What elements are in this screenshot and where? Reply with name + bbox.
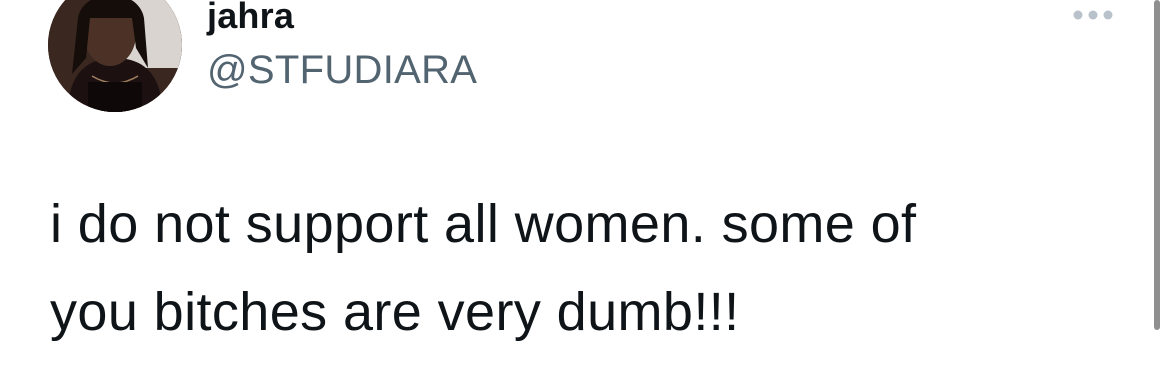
- scrollbar[interactable]: [1150, 0, 1164, 340]
- display-name[interactable]: jahra: [207, 0, 294, 38]
- more-horizontal-icon: [1073, 10, 1113, 20]
- scrollbar-thumb[interactable]: [1154, 0, 1160, 330]
- avatar-image: [48, 0, 182, 112]
- avatar[interactable]: [48, 0, 182, 112]
- user-handle[interactable]: @STFUDIARA: [207, 46, 477, 94]
- tweet-card: jahra @STFUDIARA i do not support all wo…: [0, 0, 1170, 390]
- more-options-button[interactable]: [1068, 0, 1118, 30]
- tweet-text: i do not support all women. some of you …: [50, 194, 917, 342]
